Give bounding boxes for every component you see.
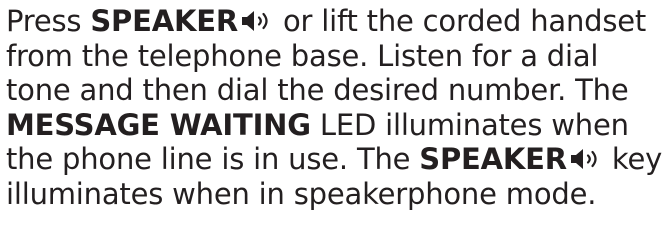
instruction-line-1: Press SPEAKER or lift the corded handset <box>6 4 665 39</box>
message-waiting-key-label: MESSAGE WAITING <box>6 107 311 142</box>
instruction-line-3: tone and then dial the desired number. T… <box>6 73 629 108</box>
speaker-volume-icon <box>569 147 603 171</box>
line1-text-after: or lift the corded handset <box>273 4 647 38</box>
speaker-volume-icon <box>240 9 274 33</box>
line5-text-after: key <box>602 142 663 177</box>
instruction-paragraph: Press SPEAKER or lift the corded handset… <box>6 4 665 212</box>
speaker-key-label: SPEAKER <box>90 4 238 38</box>
instruction-line-6: illuminates when in speakerphone mode. <box>6 176 597 211</box>
instruction-line-4: MESSAGE WAITING LED illuminates when <box>6 108 665 143</box>
line1-text-before: Press <box>6 4 91 38</box>
instruction-line-2: from the telephone base. Listen for a di… <box>6 38 599 73</box>
line4-text-after: LED illuminates when <box>310 107 629 142</box>
line5-text-before: the phone line is in use. The <box>6 142 420 177</box>
instruction-line-5: the phone line is in use. The SPEAKER ke… <box>6 142 665 177</box>
speaker-key-label-2: SPEAKER <box>419 142 567 177</box>
